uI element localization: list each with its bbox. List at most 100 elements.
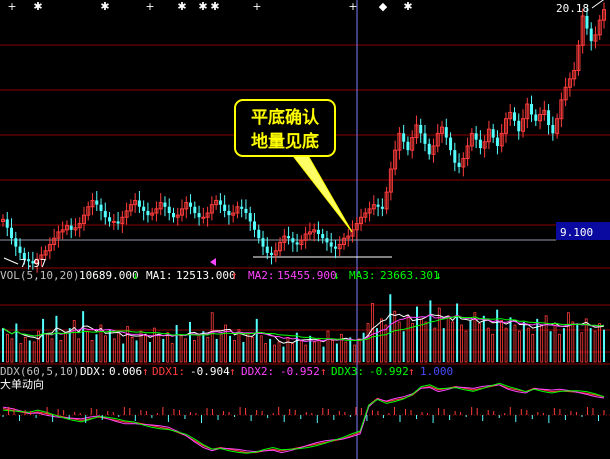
volume-bar	[175, 325, 178, 362]
candle-body	[108, 217, 112, 222]
volume-bar	[522, 321, 525, 362]
ma2-arrow: ↓	[333, 269, 340, 282]
candle-body	[142, 206, 146, 211]
volume-bar	[250, 336, 254, 363]
candle-body	[402, 133, 406, 142]
volume-bar	[562, 328, 565, 362]
current-price-value: 9.100	[560, 226, 593, 239]
volume-bar	[500, 320, 504, 363]
candle-body	[189, 202, 193, 207]
candle-body	[14, 238, 18, 247]
volume-bar	[23, 336, 27, 363]
candle-body	[495, 137, 499, 146]
candle-body	[223, 204, 227, 211]
ddx3-label: DDX3:	[331, 365, 364, 378]
candle-body	[218, 200, 222, 205]
ddx1-arrow: ↑	[229, 365, 236, 378]
volume-bar	[576, 325, 579, 362]
volume-bar	[433, 327, 437, 363]
candle-body	[248, 213, 252, 222]
volume-bar	[63, 332, 67, 363]
candle-body	[163, 202, 167, 207]
candle-body	[240, 206, 244, 209]
candle-body	[252, 221, 256, 230]
candle-body	[478, 139, 482, 149]
candle-body	[444, 127, 448, 138]
volume-bar	[166, 332, 170, 363]
candle-body	[5, 219, 9, 228]
candle-body	[193, 206, 197, 214]
volume-bar	[246, 332, 250, 363]
candle-body	[325, 238, 329, 243]
volume-bar	[126, 326, 130, 363]
candle-body	[406, 141, 410, 151]
volume-bar	[229, 335, 232, 362]
volume-bar	[170, 343, 174, 363]
volume-bar	[397, 321, 401, 363]
stock-chart[interactable]: + ✱ ✱ + ✱ ✱ ✱ + + ◆ ✱ 20.18 7.97 9.100 平底确认 地量见底 V…	[0, 0, 610, 459]
candle-body	[321, 234, 325, 239]
ma3-label: MA3:	[349, 269, 376, 282]
ddx3-value: -0.992	[369, 365, 409, 378]
candle-body	[146, 210, 150, 216]
candle-body	[517, 120, 521, 132]
volume-bar	[95, 334, 98, 362]
volume-bar	[122, 343, 125, 362]
ddx-header: DDX(60,5,10) DDX: 0.006 ↑ DDX1: -0.904 ↑…	[0, 365, 453, 378]
candle-body	[261, 238, 265, 247]
volume-bar	[442, 328, 445, 362]
volume-bar	[469, 320, 472, 362]
signal-marker: ✱	[177, 0, 186, 13]
candle-body	[589, 28, 593, 42]
volume-bar	[518, 330, 521, 363]
volume-bar	[322, 346, 325, 362]
volume-bar	[460, 324, 463, 363]
volume-bar	[491, 333, 495, 363]
volume-value: 10689.000	[79, 269, 139, 282]
ma2-value: 15455.900	[277, 269, 337, 282]
volume-bar	[389, 294, 392, 362]
volume-bar	[152, 327, 156, 363]
volume-bar	[19, 343, 23, 363]
volume-bar	[580, 332, 584, 363]
volume-bar	[371, 303, 374, 363]
candle-body	[265, 246, 269, 253]
candle-body	[18, 246, 22, 253]
candle-body	[257, 229, 261, 239]
candle-body	[329, 242, 333, 247]
volume-bar	[429, 300, 432, 362]
candle-body	[316, 229, 320, 235]
volume-bar	[486, 327, 490, 363]
ddx3-line	[2, 382, 605, 454]
candle-body	[116, 221, 120, 224]
volume-bar	[536, 318, 539, 362]
signal-marker: ✱	[403, 0, 412, 13]
candle-body	[197, 213, 201, 218]
volume-bar	[90, 340, 94, 363]
signal-marker: ◆	[379, 0, 388, 13]
candle-body	[201, 216, 206, 219]
volume-bar	[28, 340, 31, 362]
volume-bar	[117, 332, 121, 363]
volume-bar	[162, 338, 165, 362]
volume-bar	[148, 341, 151, 362]
candle-body	[474, 133, 478, 140]
volume-header: VOL(5,10,20) 10689.000 ↓ MA1: 12513.000 …	[0, 269, 446, 282]
volume-bar	[357, 338, 361, 363]
volume-bar	[179, 335, 183, 363]
ddx-title: DDX(60,5,10)	[0, 365, 79, 378]
ddx-subtitle: 大单动向	[0, 377, 44, 391]
candle-body	[376, 204, 380, 207]
signal-marker: ✱	[100, 0, 109, 13]
volume-bar	[353, 344, 357, 363]
candle-body	[419, 124, 423, 134]
volume-bar	[339, 333, 343, 363]
volume-bar	[188, 321, 191, 362]
volume-bar	[299, 340, 303, 363]
volume-bar	[242, 341, 245, 362]
volume-bar	[50, 338, 54, 363]
candle-body	[171, 213, 175, 218]
volume-bar	[10, 338, 14, 363]
candle-body	[99, 204, 103, 211]
volume-bar	[406, 315, 410, 363]
